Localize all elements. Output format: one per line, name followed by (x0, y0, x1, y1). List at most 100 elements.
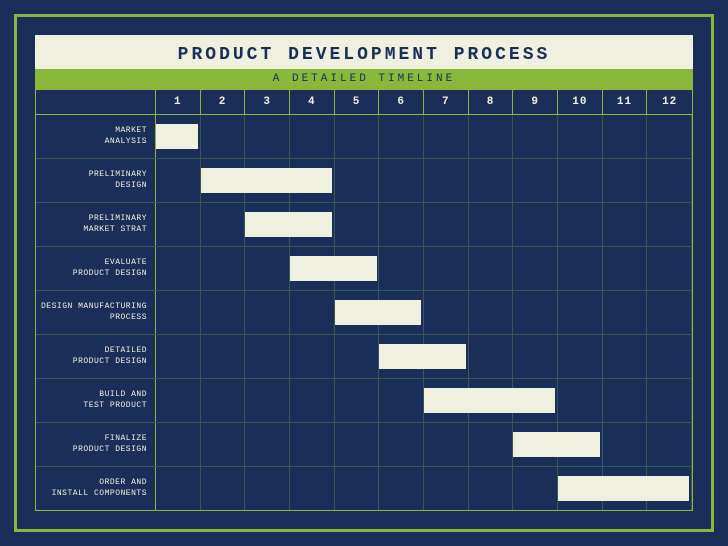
grid-cell-5-2 (245, 335, 290, 378)
grid-cell-4-0 (156, 291, 201, 334)
gantt-bar-8 (558, 476, 689, 502)
gantt-bar-3 (290, 256, 377, 282)
month-cell-9: 9 (513, 90, 558, 114)
grid-cell-6-9 (558, 379, 603, 422)
month-cell-2: 2 (201, 90, 246, 114)
grid-cell-1-5 (379, 159, 424, 202)
gantt-row: EVALUATE PRODUCT DESIGN (36, 247, 692, 291)
grid-cell-6-3 (290, 379, 335, 422)
subtitle: A DETAILED TIMELINE (39, 73, 689, 85)
grid-cell-7-1 (201, 423, 246, 466)
gantt-row: ORDER AND INSTALL COMPONENTS (36, 467, 692, 510)
months-row: 123456789101112 (36, 90, 692, 115)
row-label-5: DETAILED PRODUCT DESIGN (36, 335, 156, 378)
grid-cell-6-0 (156, 379, 201, 422)
gantt-row: DETAILED PRODUCT DESIGN (36, 335, 692, 379)
grid-cell-8-2 (245, 467, 290, 510)
main-title: PRODUCT DEVELOPMENT PROCESS (43, 45, 685, 65)
grid-cell-0-8 (513, 115, 558, 158)
row-grid-0 (156, 115, 692, 158)
grid-cell-8-5 (379, 467, 424, 510)
row-grid-8 (156, 467, 692, 510)
grid-cell-0-10 (603, 115, 648, 158)
row-grid-4 (156, 291, 692, 334)
gantt-row: PRELIMINARY MARKET STRAT (36, 203, 692, 247)
row-grid-2 (156, 203, 692, 246)
grid-cell-6-4 (335, 379, 380, 422)
grid-cell-8-1 (201, 467, 246, 510)
grid-cell-3-0 (156, 247, 201, 290)
grid-cell-7-11 (647, 423, 692, 466)
grid-cell-2-0 (156, 203, 201, 246)
month-cells: 123456789101112 (156, 90, 692, 114)
grid-cell-6-10 (603, 379, 648, 422)
grid-cell-4-7 (469, 291, 514, 334)
grid-cell-4-2 (245, 291, 290, 334)
grid-cell-3-8 (513, 247, 558, 290)
grid-cell-1-7 (469, 159, 514, 202)
gantt-row: BUILD AND TEST PRODUCT (36, 379, 692, 423)
grid-cell-1-9 (558, 159, 603, 202)
grid-cell-3-6 (424, 247, 469, 290)
grid-cell-0-3 (290, 115, 335, 158)
grid-cell-8-6 (424, 467, 469, 510)
gantt-row: MARKET ANALYSIS (36, 115, 692, 159)
row-grid-3 (156, 247, 692, 290)
grid-cell-3-2 (245, 247, 290, 290)
grid-cell-6-1 (201, 379, 246, 422)
month-cell-4: 4 (290, 90, 335, 114)
gantt-bar-2 (245, 212, 332, 238)
grid-cell-3-9 (558, 247, 603, 290)
gantt-bar-4 (335, 300, 422, 326)
grid-cell-2-7 (469, 203, 514, 246)
grid-cell-2-6 (424, 203, 469, 246)
grid-cell-4-10 (603, 291, 648, 334)
gantt-bar-1 (201, 168, 332, 194)
grid-cell-6-11 (647, 379, 692, 422)
grid-cell-4-11 (647, 291, 692, 334)
row-grid-6 (156, 379, 692, 422)
grid-cell-4-9 (558, 291, 603, 334)
gantt-bar-6 (424, 388, 555, 414)
grid-cell-7-4 (335, 423, 380, 466)
row-grid-7 (156, 423, 692, 466)
grid-cell-8-0 (156, 467, 201, 510)
grid-cell-2-4 (335, 203, 380, 246)
title-block: PRODUCT DEVELOPMENT PROCESS (35, 35, 693, 69)
grid-cell-3-5 (379, 247, 424, 290)
row-label-0: MARKET ANALYSIS (36, 115, 156, 158)
gantt-bar-7 (513, 432, 600, 458)
gantt-bar-0 (156, 124, 198, 150)
grid-cell-5-4 (335, 335, 380, 378)
grid-cell-1-11 (647, 159, 692, 202)
grid-cell-5-0 (156, 335, 201, 378)
row-label-7: FINALIZE PRODUCT DESIGN (36, 423, 156, 466)
grid-cell-8-3 (290, 467, 335, 510)
month-cell-1: 1 (156, 90, 201, 114)
grid-cell-3-1 (201, 247, 246, 290)
grid-cell-3-7 (469, 247, 514, 290)
main-container: PRODUCT DEVELOPMENT PROCESS A DETAILED T… (14, 14, 714, 532)
grid-cell-5-8 (513, 335, 558, 378)
grid-cell-0-9 (558, 115, 603, 158)
row-label-4: DESIGN MANUFACTURING PROCESS (36, 291, 156, 334)
grid-cell-5-10 (603, 335, 648, 378)
grid-cell-5-7 (469, 335, 514, 378)
month-cell-6: 6 (379, 90, 424, 114)
grid-cell-2-10 (603, 203, 648, 246)
rows-container: MARKET ANALYSISPRELIMINARY DESIGNPRELIMI… (36, 115, 692, 510)
grid-cell-2-1 (201, 203, 246, 246)
grid-cell-0-5 (379, 115, 424, 158)
grid-cell-3-10 (603, 247, 648, 290)
grid-cell-5-3 (290, 335, 335, 378)
grid-cell-6-5 (379, 379, 424, 422)
grid-cell-0-2 (245, 115, 290, 158)
grid-cell-7-0 (156, 423, 201, 466)
month-cell-12: 12 (647, 90, 692, 114)
grid-cell-2-9 (558, 203, 603, 246)
grid-cell-1-8 (513, 159, 558, 202)
grid-cell-3-11 (647, 247, 692, 290)
grid-cell-5-9 (558, 335, 603, 378)
grid-cell-7-7 (469, 423, 514, 466)
grid-cell-7-3 (290, 423, 335, 466)
